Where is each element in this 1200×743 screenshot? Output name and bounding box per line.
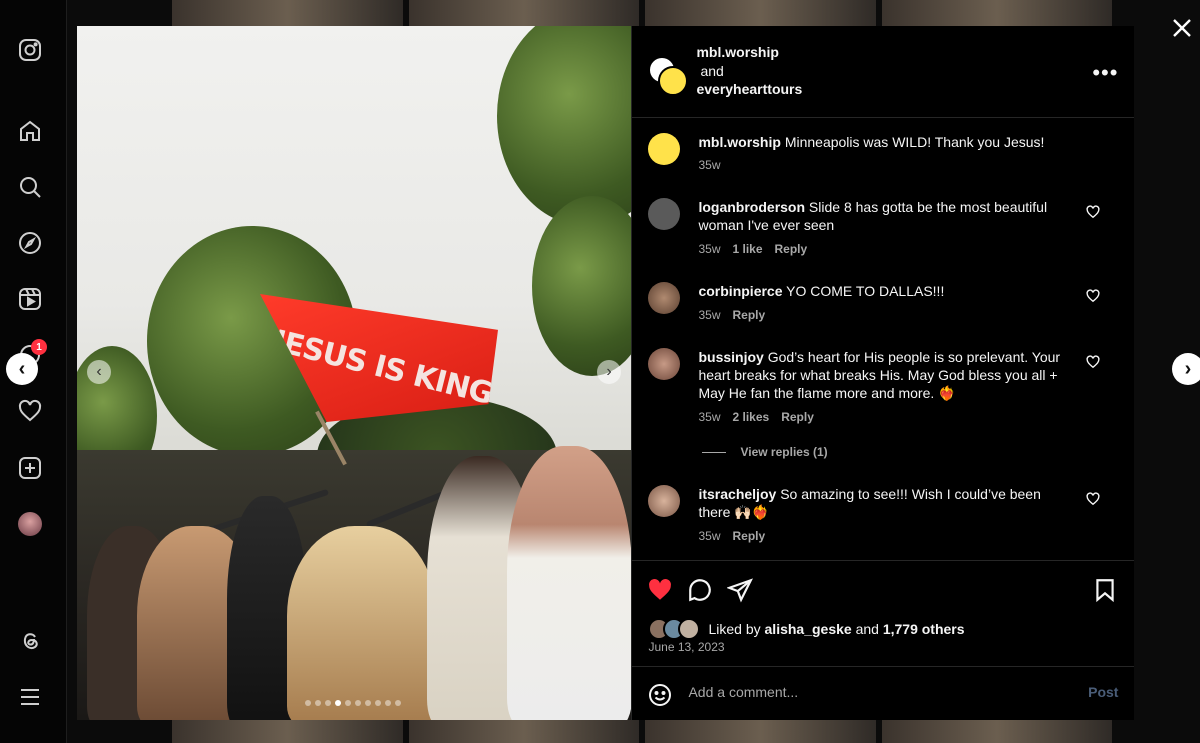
caption-body: mbl.worship Minneapolis was WILD! Thank … xyxy=(698,133,1070,151)
comment-username[interactable]: loganbroderson xyxy=(698,199,805,215)
liked-by-and: and xyxy=(855,621,879,637)
comment-like-icon[interactable] xyxy=(1086,205,1101,219)
reply-button[interactable]: Reply xyxy=(781,410,814,424)
more-options-icon[interactable]: ••• xyxy=(1092,60,1118,86)
post-comment-button[interactable]: Post xyxy=(1088,684,1118,700)
caption-meta: 35w xyxy=(698,158,720,172)
slide-dot xyxy=(365,700,371,706)
instagram-icon[interactable] xyxy=(17,37,43,63)
slide-dot xyxy=(325,700,331,706)
home-icon[interactable] xyxy=(17,118,43,144)
view-replies-label[interactable]: View replies (1) xyxy=(740,445,827,459)
close-icon[interactable] xyxy=(1170,16,1194,40)
next-post-button[interactable]: › xyxy=(1172,353,1200,385)
comment-like-icon[interactable] xyxy=(1086,492,1101,506)
share-icon[interactable] xyxy=(727,577,754,603)
comment-item: itsracheljoy So amazing to see!!! Wish I… xyxy=(648,485,1118,545)
liker-avatar[interactable] xyxy=(678,618,701,640)
explore-icon[interactable] xyxy=(17,230,43,256)
slide-dot xyxy=(355,700,361,706)
save-bookmark-icon[interactable] xyxy=(1092,577,1118,603)
caption-avatar[interactable] xyxy=(648,133,681,165)
comment-like-icon[interactable] xyxy=(1086,355,1101,369)
slide-dot xyxy=(305,700,311,706)
notification-badge: 1 xyxy=(31,339,47,355)
comment-text: YO COME TO DALLAS!!! xyxy=(786,283,945,299)
post-sidebar: mbl.worship and everyhearttours ••• mbl.… xyxy=(631,26,1135,721)
comment-username[interactable]: bussinjoy xyxy=(698,349,763,365)
reply-button[interactable]: Reply xyxy=(732,529,765,543)
post-actions: Liked by alisha_geske and 1,779 others J… xyxy=(632,560,1135,667)
comment-icon[interactable] xyxy=(687,577,713,603)
comment-username[interactable]: itsracheljoy xyxy=(698,486,776,502)
comment-item: corbinpierce YO COME TO DALLAS!!! 35w Re… xyxy=(648,282,1118,332)
author-username[interactable]: mbl.worship xyxy=(696,43,778,61)
comment-meta: 35w 2 likes Reply xyxy=(698,410,813,424)
slide-next-button[interactable]: › xyxy=(597,360,621,384)
comment-body: bussinjoy God’s heart for His people is … xyxy=(698,348,1070,402)
slide-dot xyxy=(385,700,391,706)
search-icon[interactable] xyxy=(17,174,43,200)
comment-body: itsracheljoy So amazing to see!!! Wish I… xyxy=(698,485,1070,521)
commenter-avatar[interactable] xyxy=(648,282,681,314)
comment-time[interactable]: 35w xyxy=(698,529,720,543)
slide-dot xyxy=(395,700,401,706)
emoji-icon[interactable] xyxy=(648,683,672,707)
comment-item: bussinjoy God’s heart for His people is … xyxy=(648,348,1118,458)
comment-like-icon[interactable] xyxy=(1086,289,1101,303)
liked-by-row: Liked by alisha_geske and 1,779 others xyxy=(648,618,965,640)
slide-dot xyxy=(375,700,381,706)
comment-likes[interactable]: 1 like xyxy=(732,242,762,256)
comment-username[interactable]: corbinpierce xyxy=(698,283,782,299)
comment-time[interactable]: 35w xyxy=(698,242,720,256)
like-heart-icon[interactable] xyxy=(647,577,673,603)
previous-post-button[interactable]: ‹ xyxy=(6,353,38,385)
slide-dot xyxy=(335,700,341,706)
comment-time[interactable]: 35w xyxy=(698,410,720,424)
caption-time[interactable]: 35w xyxy=(698,158,720,172)
post-date[interactable]: June 13, 2023 xyxy=(648,640,724,654)
liked-by-others[interactable]: 1,779 others xyxy=(883,621,965,637)
view-replies-button[interactable]: View replies (1) xyxy=(702,445,828,459)
commenter-avatar[interactable] xyxy=(648,485,681,517)
caption-username[interactable]: mbl.worship xyxy=(698,134,780,150)
commenter-avatar[interactable] xyxy=(648,348,681,380)
comment-meta: 35w 1 like Reply xyxy=(698,242,807,256)
liked-by-prefix: Liked by xyxy=(708,621,761,637)
post-photo: JESUS IS KING ‹ › xyxy=(77,26,632,720)
slide-indicator xyxy=(305,700,401,706)
comment-time[interactable]: 35w xyxy=(698,308,720,322)
liked-by-user[interactable]: alisha_geske xyxy=(765,621,852,637)
background-feed-top xyxy=(172,0,1112,26)
reels-icon[interactable] xyxy=(17,286,43,312)
slide-dot xyxy=(315,700,321,706)
comment-body: corbinpierce YO COME TO DALLAS!!! xyxy=(698,282,1070,300)
caption-text: Minneapolis was WILD! Thank you Jesus! xyxy=(784,134,1045,150)
collab-avatars[interactable] xyxy=(648,56,689,96)
commenter-avatar[interactable] xyxy=(648,198,681,230)
caption: mbl.worship Minneapolis was WILD! Thank … xyxy=(648,133,1118,181)
and-text: and xyxy=(700,63,724,79)
slide-prev-button[interactable]: ‹ xyxy=(87,360,111,384)
comment-body: loganbroderson Slide 8 has gotta be the … xyxy=(698,198,1070,234)
profile-avatar[interactable] xyxy=(18,512,42,536)
slide-dot xyxy=(345,700,351,706)
notifications-heart-icon[interactable] xyxy=(17,398,43,424)
background-feed-bottom xyxy=(172,720,1112,743)
comment-meta: 35w Reply xyxy=(698,529,765,543)
menu-icon[interactable] xyxy=(17,684,43,710)
post-header: mbl.worship and everyhearttours ••• xyxy=(632,26,1135,118)
threads-icon[interactable] xyxy=(17,628,43,654)
comment-meta: 35w Reply xyxy=(698,308,765,322)
comment-item: loganbroderson Slide 8 has gotta be the … xyxy=(648,198,1118,268)
post-modal: JESUS IS KING ‹ › mbl.worship and everyh… xyxy=(77,26,1135,721)
collaborator-username[interactable]: everyhearttours xyxy=(696,80,802,98)
comment-likes[interactable]: 2 likes xyxy=(732,410,769,424)
view-replies-line xyxy=(702,451,727,453)
reply-button[interactable]: Reply xyxy=(732,308,765,322)
comment-input[interactable]: Add a comment... xyxy=(688,684,798,700)
reply-button[interactable]: Reply xyxy=(775,242,808,256)
add-comment-bar: Add a comment... Post xyxy=(632,666,1135,721)
create-icon[interactable] xyxy=(17,455,43,481)
